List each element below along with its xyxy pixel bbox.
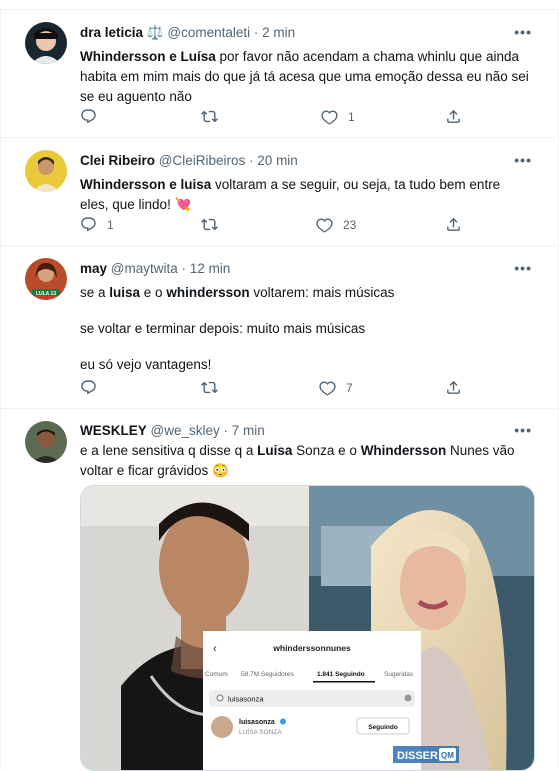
text-bold: Whindersson e Luísa <box>80 49 216 64</box>
username[interactable]: @we_skley <box>151 423 220 438</box>
overlay-tab-followers: 58,7M Seguidores <box>241 671 295 678</box>
text: eu só vejo vantagens! <box>80 357 212 372</box>
reply-button[interactable] <box>80 108 107 125</box>
verified-icon <box>280 718 286 725</box>
timeline: dra leticia ⚖️ @comentaleti · 2 min ••• … <box>0 10 559 771</box>
like-count: 7 <box>346 380 353 395</box>
username[interactable]: @comentaleti <box>167 25 250 40</box>
overlay-result-name: LUÍSA SONZA <box>239 727 282 736</box>
overlay-tab-comum: Comum <box>205 671 228 678</box>
share-icon <box>445 379 462 396</box>
share-button[interactable] <box>445 379 462 396</box>
text-bold: luisa <box>109 285 141 300</box>
top-divider <box>0 0 559 10</box>
text: e a lene sensitiva q disse q a <box>80 443 258 458</box>
retweet-icon <box>201 379 218 396</box>
username[interactable]: @CleiRibeiros <box>159 153 245 168</box>
back-chevron-icon: ‹ <box>213 643 217 655</box>
more-icon[interactable]: ••• <box>514 260 532 276</box>
text-line: se a luisa e o whindersson voltarem: mai… <box>80 283 530 303</box>
display-name[interactable]: Clei Ribeiro <box>80 153 155 168</box>
separator: · <box>223 423 229 438</box>
clear-icon <box>404 694 412 702</box>
text-bold: Luisa <box>257 443 293 458</box>
overlay-follow-button: Seguindo <box>368 724 398 731</box>
share-button[interactable] <box>445 216 462 233</box>
retweet-button[interactable] <box>201 216 228 233</box>
display-name[interactable]: may <box>80 261 107 276</box>
watermark-badge: QM <box>441 751 454 760</box>
tweet[interactable]: Clei Ribeiro @CleiRibeiros · 20 min ••• … <box>0 138 559 246</box>
text: se a <box>80 285 110 300</box>
username[interactable]: @maytwita <box>111 261 178 276</box>
heart-icon <box>321 108 338 125</box>
timestamp[interactable]: 2 min <box>262 25 295 40</box>
tweet-actions: 7 <box>80 379 480 399</box>
like-button[interactable]: 7 <box>319 379 353 396</box>
reply-icon <box>80 108 97 125</box>
text: se voltar e terminar depois: muito mais … <box>80 321 366 336</box>
overlay-tab-suggest: Sugeridas <box>384 671 414 678</box>
more-icon[interactable]: ••• <box>514 24 532 40</box>
display-name[interactable]: WESKLEY <box>80 423 147 438</box>
like-count: 1 <box>348 109 355 124</box>
reply-button[interactable]: 1 <box>80 216 114 233</box>
retweet-button[interactable] <box>201 108 228 125</box>
avatar[interactable] <box>25 150 67 192</box>
share-button[interactable] <box>445 108 462 125</box>
text-bold: Whindersson <box>360 443 447 458</box>
overlay-profile-handle: whinderssonnunes <box>272 643 351 653</box>
tweet-text: se a luisa e o whindersson voltarem: mai… <box>80 283 530 375</box>
tweet-media-image[interactable]: ‹ whinderssonnunes Comum 58,7M Seguidore… <box>80 485 535 771</box>
like-button[interactable]: 23 <box>316 216 356 233</box>
tweet-actions: 1 23 <box>80 216 480 236</box>
tweet-text: Whindersson e Luísa por favor não acenda… <box>80 47 530 107</box>
more-icon[interactable]: ••• <box>514 152 532 168</box>
reply-icon <box>80 216 97 233</box>
avatar[interactable] <box>25 421 67 463</box>
timestamp[interactable]: 12 min <box>190 261 231 276</box>
reply-icon <box>80 379 97 396</box>
heart-icon <box>319 379 336 396</box>
verified-scale-emoji: ⚖️ <box>146 25 164 40</box>
retweet-icon <box>201 108 218 125</box>
tweet-text: e a lene sensitiva q disse q a Luisa Son… <box>80 441 530 481</box>
tweet[interactable]: dra leticia ⚖️ @comentaleti · 2 min ••• … <box>0 10 559 138</box>
watermark-text: DISSER <box>397 750 438 762</box>
heart-icon <box>316 216 333 233</box>
like-button[interactable]: 1 <box>321 108 355 125</box>
text-line: se voltar e terminar depois: muito mais … <box>80 319 530 339</box>
overlay-tab-following: 1.841 Seguindo <box>317 671 365 678</box>
text: Sonza e o <box>292 443 361 458</box>
avatar[interactable] <box>25 22 67 64</box>
separator: · <box>253 25 259 40</box>
tweet[interactable]: WESKLEY @we_skley · 7 min ••• e a lene s… <box>0 409 559 771</box>
share-icon <box>445 108 462 125</box>
text-bold: whindersson <box>166 285 250 300</box>
share-icon <box>445 216 462 233</box>
reply-button[interactable] <box>80 379 107 396</box>
more-icon[interactable]: ••• <box>514 422 532 438</box>
overlay-search-value: luisasonza <box>228 695 264 704</box>
timestamp[interactable]: 7 min <box>232 423 265 438</box>
tweet-text: Whindersson e luisa voltaram a se seguir… <box>80 175 530 215</box>
text: e o <box>140 285 167 300</box>
overlay-result-user: luisasonza <box>239 719 275 726</box>
tweet-actions: 1 <box>80 108 480 128</box>
reply-count: 1 <box>107 217 114 232</box>
display-name[interactable]: dra leticia <box>80 25 143 40</box>
retweet-icon <box>201 216 218 233</box>
media-photo-collage: ‹ whinderssonnunes Comum 58,7M Seguidore… <box>81 486 534 770</box>
text-line: eu só vejo vantagens! <box>80 355 530 375</box>
tweet[interactable]: LULA 13 may @maytwita · 12 min ••• se a … <box>0 246 559 409</box>
separator: · <box>249 153 254 168</box>
separator: · <box>181 261 187 276</box>
retweet-button[interactable] <box>201 379 228 396</box>
text: voltarem: mais músicas <box>249 285 395 300</box>
text-bold: Whindersson e luisa <box>80 177 212 192</box>
avatar[interactable]: LULA 13 <box>25 258 67 300</box>
like-count: 23 <box>343 217 357 232</box>
timestamp[interactable]: 20 min <box>257 153 298 168</box>
avatar-tag-text: LULA 13 <box>36 291 56 297</box>
